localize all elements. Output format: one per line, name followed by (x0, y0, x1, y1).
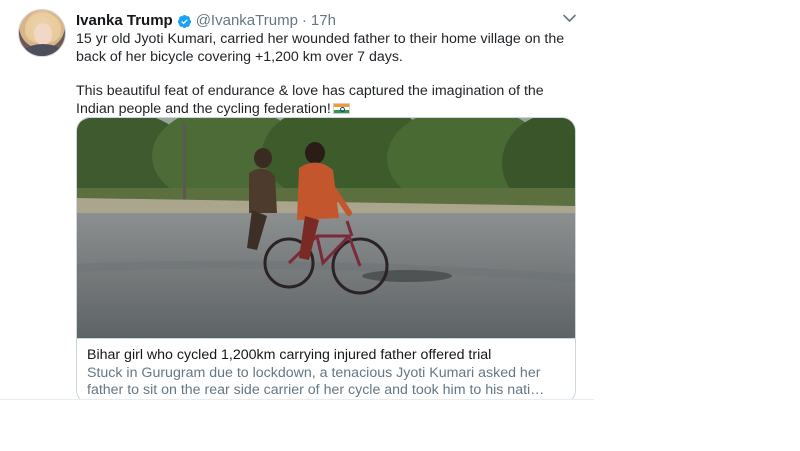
india-flag-icon (332, 102, 350, 114)
card-image[interactable] (77, 118, 576, 338)
avatar-face (34, 23, 52, 45)
card-description: Stuck in Gurugram due to lockdown, a ten… (87, 365, 545, 398)
author-name[interactable]: Ivanka Trump (76, 12, 173, 30)
tweet[interactable]: Ivanka Trump @IvankaTrump · 17h 15 yr ol… (0, 0, 594, 400)
tweet-paragraph-1: 15 yr old Jyoti Kumari, carried her woun… (76, 31, 565, 65)
chevron-down-icon[interactable] (563, 14, 576, 23)
author-avatar[interactable] (18, 9, 66, 57)
bottom-divider (0, 399, 594, 400)
tweet-header: Ivanka Trump @IvankaTrump · 17h (76, 12, 336, 30)
tweet-paragraph-2: This beautiful feat of endurance & love … (76, 83, 576, 118)
tweet-timestamp[interactable]: 17h (311, 12, 336, 30)
author-handle[interactable]: @IvankaTrump (196, 12, 298, 30)
card-title[interactable]: Bihar girl who cycled 1,200km carrying i… (87, 347, 567, 364)
avatar-shoulders (23, 44, 63, 56)
header-separator: · (301, 12, 307, 29)
link-card[interactable]: Bihar girl who cycled 1,200km carrying i… (76, 117, 576, 400)
verified-badge-icon (177, 14, 191, 28)
card-meta[interactable]: Bihar girl who cycled 1,200km carrying i… (77, 338, 575, 400)
tweet-paragraph-2-text: This beautiful feat of endurance & love … (76, 83, 544, 117)
